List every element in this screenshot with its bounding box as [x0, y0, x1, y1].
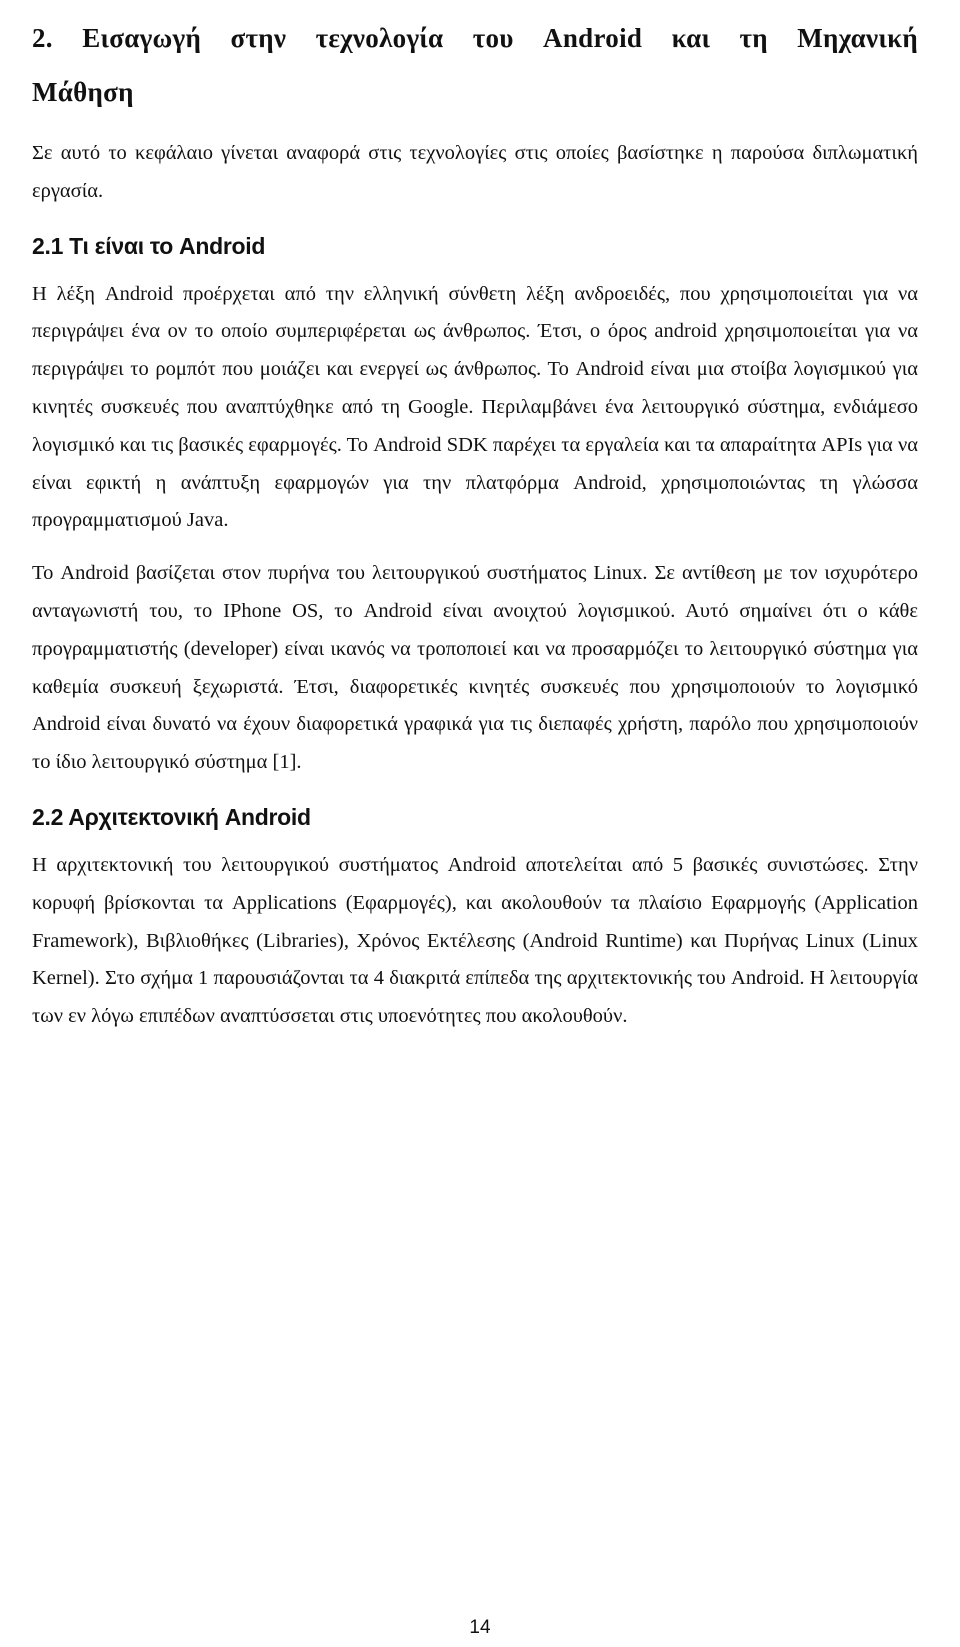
section-2-1-paragraph-1: Η λέξη Android προέρχεται από την ελληνι… [32, 282, 918, 532]
chapter-title-line-2: Μάθηση [32, 77, 134, 107]
section-2-1-paragraph-2: Το Android βασίζεται στον πυρήνα του λει… [32, 562, 918, 774]
section-2-2-paragraph-1: Η αρχιτεκτονική του λειτουργικού συστήμα… [32, 853, 918, 1028]
section-heading-2-1: 2.1 Τι είναι το Android [32, 232, 266, 259]
section-heading-2-2: 2.2 Αρχιτεκτονική Android [32, 803, 311, 830]
document-page: 2. Εισαγωγή στην τεχνολογία του Android … [32, 0, 918, 1036]
page-number: 14 [469, 1617, 491, 1638]
chapter-title-line-1: 2. Εισαγωγή στην τεχνολογία του Android … [32, 23, 918, 53]
chapter-intro-paragraph: Σε αυτό το κεφάλαιο γίνεται αναφορά στις… [32, 142, 918, 202]
